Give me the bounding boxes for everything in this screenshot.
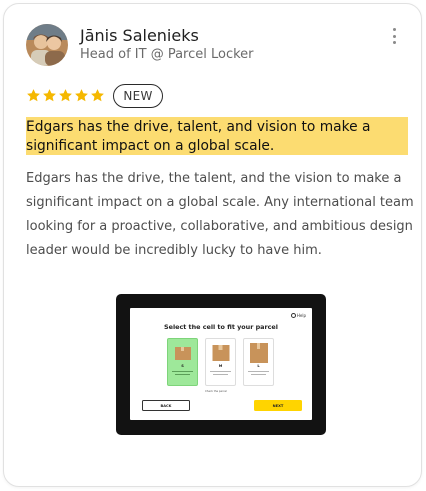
star-rating: [26, 88, 105, 103]
review-headline: Edgars has the drive, talent, and vision…: [26, 119, 371, 154]
testimonial-card: Jānis Salenieks Head of IT @ Parcel Lock…: [3, 3, 422, 487]
help-label: Help: [296, 313, 306, 318]
box-icon: [174, 347, 191, 360]
cell-option-l: L: [243, 338, 274, 386]
avatar: [26, 24, 68, 66]
tablet-mockup-image: Help Select the cell to fit your parcel …: [116, 294, 326, 435]
help-link: Help: [290, 313, 306, 318]
reviewer-name: Jānis Salenieks: [80, 26, 199, 45]
screen-title: Select the cell to fit your parcel: [164, 323, 278, 331]
next-button: NEXT: [254, 400, 302, 411]
cell-option-s: S: [167, 338, 198, 386]
box-icon: [212, 345, 229, 361]
star-icon: [27, 89, 40, 102]
more-vertical-icon[interactable]: [387, 26, 401, 46]
help-icon: [290, 313, 296, 318]
cell-label: M: [218, 364, 223, 368]
star-icon: [91, 89, 104, 102]
star-icon: [43, 89, 56, 102]
cell-label: S: [181, 364, 184, 368]
cell-label: L: [257, 364, 260, 368]
back-button: BACK: [142, 400, 190, 411]
new-badge: NEW: [113, 84, 163, 108]
measure-note: Check the parcel: [205, 390, 227, 393]
cell-option-m: M: [205, 338, 236, 386]
tablet-screen: Help Select the cell to fit your parcel …: [130, 308, 312, 420]
avatar-photo: [26, 24, 68, 66]
box-icon: [249, 343, 268, 363]
star-icon: [59, 89, 72, 102]
reviewer-role: Head of IT @ Parcel Locker: [80, 47, 254, 62]
review-body: Edgars has the drive, the talent, and th…: [26, 171, 414, 258]
star-icon: [75, 89, 88, 102]
